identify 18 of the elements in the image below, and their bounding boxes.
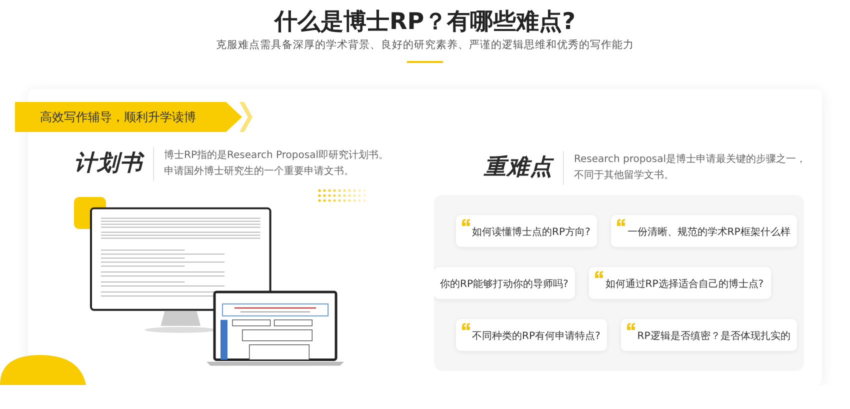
question-card: 如何通过RP选择适合自己的博士点? bbox=[589, 267, 771, 299]
section-heading: 重难点 bbox=[484, 151, 564, 185]
question-card: 一份清晰、规范的学术RP框架什么样 bbox=[611, 215, 798, 247]
section-description: 不同于其他留学文书。 bbox=[574, 168, 675, 183]
question-card: 你的RP能够打动你的导师吗? bbox=[434, 267, 576, 299]
page-subtitle: 克服难点需具备深厚的学术背景、良好的研究素养、严谨的逻辑思维和优秀的写作能力 bbox=[216, 38, 634, 52]
page-title: 什么是博士RP？有哪些难点? bbox=[274, 8, 576, 36]
section-description: 博士RP指的是Research Proposal即研究计划书。 bbox=[164, 148, 388, 163]
question-card: RP逻辑是否缜密？是否体现扎实的 bbox=[621, 319, 798, 351]
question-card: 如何读懂博士点的RP方向? bbox=[456, 215, 598, 247]
question-card: 不同种类的RP有何申请特点? bbox=[456, 319, 608, 351]
section-description: Research proposal是博士申请最关键的步骤之一， bbox=[574, 152, 806, 167]
section-heading: 计划书 bbox=[74, 147, 154, 181]
dot-pattern-decoration bbox=[318, 189, 366, 204]
title-underline bbox=[407, 61, 443, 63]
banner-label: 高效写作辅导，顺利升学读博 bbox=[15, 102, 242, 132]
chevron-icon bbox=[239, 102, 253, 132]
section-description: 申请国外博士研究生的一个重要申请文书。 bbox=[164, 164, 355, 179]
